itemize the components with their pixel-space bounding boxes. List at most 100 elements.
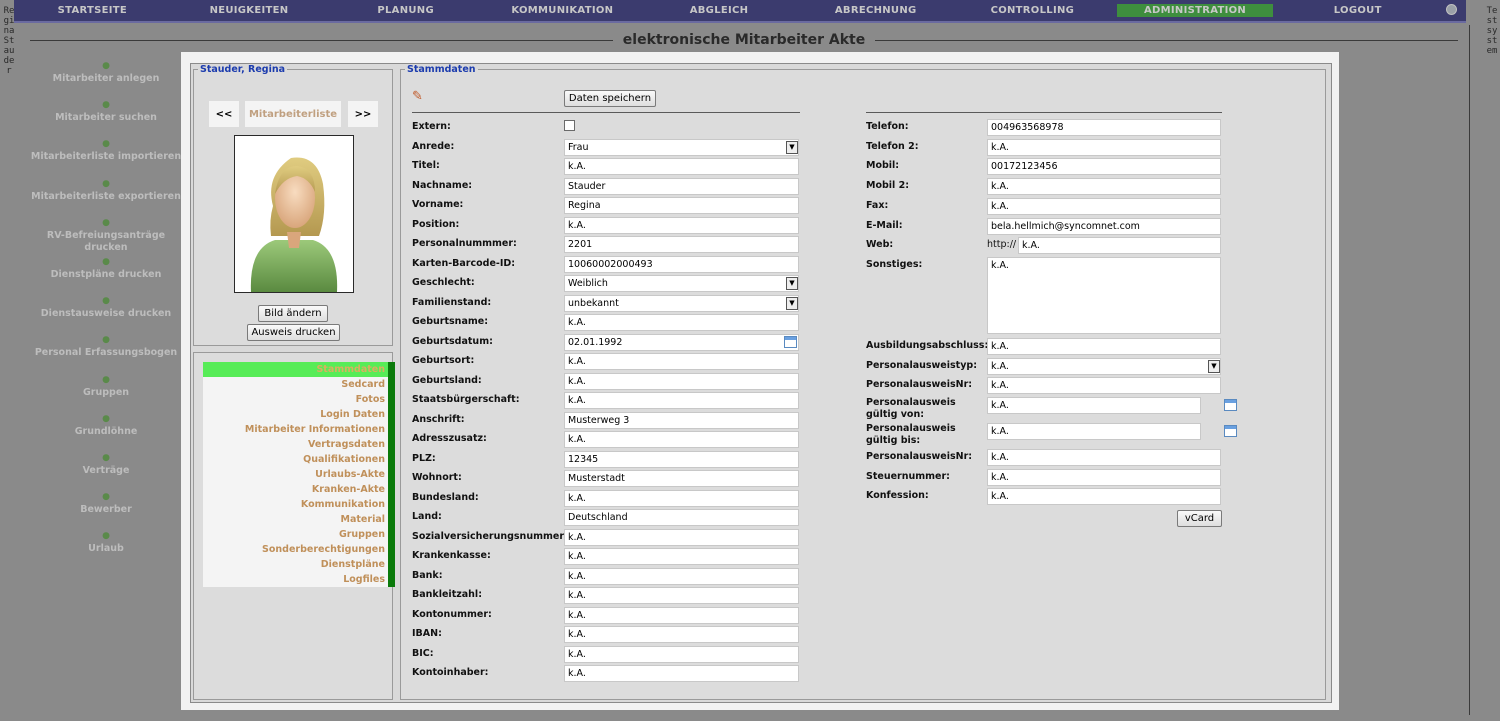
left-menu-grundloehne[interactable]: ● Grundlöhne xyxy=(30,413,182,452)
record-tab-qualifikationen[interactable]: Qualifikationen xyxy=(203,452,395,467)
record-tab-kommunikation[interactable]: Kommunikation xyxy=(203,497,395,512)
record-tab-gruppen[interactable]: Gruppen xyxy=(203,527,395,542)
left-menu-personal-erfassungsbogen[interactable]: ● Personal Erfassungsbogen xyxy=(30,334,182,373)
employee-list-button[interactable]: Mitarbeiterliste xyxy=(245,101,341,127)
field-personalnummmer-input[interactable]: 2201 xyxy=(564,236,799,253)
nav-administration[interactable]: ADMINISTRATION xyxy=(1116,4,1274,17)
record-tab-mitarbeiter-informationen[interactable]: Mitarbeiter Informationen xyxy=(203,422,395,437)
left-menu-mitarbeiterliste-importieren[interactable]: ● Mitarbeiterliste importieren xyxy=(30,138,182,177)
field-web-input[interactable]: k.A. xyxy=(1018,237,1221,255)
record-tab-kranken-akte[interactable]: Kranken-Akte xyxy=(203,482,395,497)
field-kontonummer-input[interactable]: k.A. xyxy=(564,606,799,624)
chevron-down-icon[interactable]: ▼ xyxy=(786,296,798,310)
field-telefon-input[interactable]: 004963568978 xyxy=(987,119,1221,136)
left-menu-mitarbeiter-anlegen[interactable]: ● Mitarbeiter anlegen xyxy=(30,60,182,99)
field-personalausweisnr-input[interactable]: k.A. xyxy=(987,449,1221,466)
field-telefon-2-input[interactable]: k.A. xyxy=(987,138,1221,156)
chevron-down-icon[interactable]: ▼ xyxy=(786,277,798,290)
field-sozialversicherungsnummer-input[interactable]: k.A. xyxy=(564,528,799,546)
side-user-name: Regina Stauder xyxy=(3,6,15,76)
record-tab-vertragsdaten[interactable]: Vertragsdaten xyxy=(203,437,395,452)
nav-abrechnung[interactable]: ABRECHNUNG xyxy=(797,4,954,17)
left-menu-rv-befreiungsantraege-drucken[interactable]: ● RV-Befreiungsanträge drucken xyxy=(30,217,182,256)
field-krankenkasse-input[interactable]: k.A. xyxy=(564,548,799,565)
record-tab-fotos[interactable]: Fotos xyxy=(203,392,395,407)
field-geburtsdatum-input[interactable]: 02.01.1992 xyxy=(564,333,799,351)
chevron-down-icon[interactable]: ▼ xyxy=(786,140,798,154)
record-tab-dienstplaene[interactable]: Dienstpläne xyxy=(203,557,395,572)
left-menu-urlaub[interactable]: ● Urlaub xyxy=(30,530,182,569)
field-mobil-input[interactable]: 00172123456 xyxy=(987,158,1221,176)
record-tab-login-daten[interactable]: Login Daten xyxy=(203,407,395,422)
chevron-down-icon[interactable]: ▼ xyxy=(1208,359,1220,373)
field-wohnort-input[interactable]: Musterstadt xyxy=(564,470,799,487)
field-mobil-2-input[interactable]: k.A. xyxy=(987,178,1221,196)
field-extern-checkbox[interactable] xyxy=(564,120,575,131)
left-menu-dienstausweise-drucken[interactable]: ● Dienstausweise drucken xyxy=(30,295,182,334)
field-karten-barcode-id-input[interactable]: 10060002000493 xyxy=(564,255,799,273)
field-plz-input[interactable]: 12345 xyxy=(564,450,799,468)
nav-neuigkeiten[interactable]: NEUIGKEITEN xyxy=(171,4,328,17)
nav-logout[interactable]: LOGOUT xyxy=(1279,4,1436,17)
field-anschrift-input[interactable]: Musterweg 3 xyxy=(564,411,799,429)
field-geburtsname-input[interactable]: k.A. xyxy=(564,314,799,331)
calendar-icon[interactable] xyxy=(1224,399,1237,411)
field-land-input[interactable]: Deutschland xyxy=(564,509,799,526)
field-personalausweisnr-input[interactable]: k.A. xyxy=(987,377,1221,395)
left-menu-mitarbeiter-suchen[interactable]: ● Mitarbeiter suchen xyxy=(30,99,182,138)
change-picture-button[interactable]: Bild ändern xyxy=(258,305,328,322)
field-bic-input[interactable]: k.A. xyxy=(564,645,799,663)
nav-controlling[interactable]: CONTROLLING xyxy=(954,4,1111,17)
field-staatsbuergerschaft-input[interactable]: k.A. xyxy=(564,392,799,409)
field-iban-input[interactable]: k.A. xyxy=(564,626,799,643)
record-tab-sonderberechtigungen[interactable]: Sonderberechtigungen xyxy=(203,542,395,557)
nav-kommunikation[interactable]: KOMMUNIKATION xyxy=(484,4,641,17)
nav-startseite[interactable]: STARTSEITE xyxy=(14,4,171,17)
field-geschlecht-select[interactable]: Weiblich ▼ xyxy=(564,275,799,292)
field-personalausweis-gueltig-bis-input[interactable]: k.A. xyxy=(987,423,1201,440)
field-bankleitzahl-input[interactable]: k.A. xyxy=(564,587,799,604)
left-menu-gruppen[interactable]: ● Gruppen xyxy=(30,374,182,413)
nav-abgleich[interactable]: ABGLEICH xyxy=(641,4,798,17)
field-personalausweistyp-select[interactable]: k.A. ▼ xyxy=(987,357,1221,375)
field-adresszusatz-input[interactable]: k.A. xyxy=(564,431,799,448)
print-id-button[interactable]: Ausweis drucken xyxy=(247,324,340,341)
field-konfession-input[interactable]: k.A. xyxy=(987,488,1221,506)
calendar-icon[interactable] xyxy=(784,335,797,348)
field-kontoinhaber-input[interactable]: k.A. xyxy=(564,665,799,682)
calendar-icon[interactable] xyxy=(1224,425,1237,437)
field-sonstiges-input[interactable]: k.A. xyxy=(987,256,1221,334)
save-data-button[interactable]: Daten speichern xyxy=(564,90,656,107)
record-tab-stammdaten[interactable]: Stammdaten xyxy=(203,362,395,377)
vcard-button[interactable]: vCard xyxy=(1177,510,1222,527)
left-menu-mitarbeiterliste-exportieren[interactable]: ● Mitarbeiterliste exportieren xyxy=(30,178,182,217)
field-bank-input[interactable]: k.A. xyxy=(564,567,799,585)
field-personalausweis-gueltig-von-input[interactable]: k.A. xyxy=(987,397,1201,414)
record-tab-urlaubs-akte[interactable]: Urlaubs-Akte xyxy=(203,467,395,482)
field-geburtsland-input[interactable]: k.A. xyxy=(564,372,799,390)
previous-employee-button[interactable]: << xyxy=(209,101,239,127)
record-tab-logfiles[interactable]: Logfiles xyxy=(203,572,395,587)
record-tab-material[interactable]: Material xyxy=(203,512,395,527)
field-steuernummer-input[interactable]: k.A. xyxy=(987,468,1221,486)
record-tab-sedcard[interactable]: Sedcard xyxy=(203,377,395,392)
left-menu-bewerber[interactable]: ● Bewerber xyxy=(30,491,182,530)
left-menu-vertraege[interactable]: ● Verträge xyxy=(30,452,182,491)
left-menu-dienstplaene-drucken[interactable]: ● Dienstpläne drucken xyxy=(30,256,182,295)
edit-pencil-icon[interactable]: ✎ xyxy=(412,89,423,104)
field-nachname-input[interactable]: Stauder xyxy=(564,177,799,195)
field-label-personalausweisnr: PersonalausweisNr: xyxy=(866,379,973,391)
field-ausbildungsabschluss-input[interactable]: k.A. xyxy=(987,337,1221,355)
field-familienstand-select[interactable]: unbekannt ▼ xyxy=(564,294,799,312)
field-fax-input[interactable]: k.A. xyxy=(987,197,1221,215)
user-menu[interactable] xyxy=(1436,4,1466,17)
field-e-mail-input[interactable]: bela.hellmich@syncomnet.com xyxy=(987,217,1221,235)
nav-planung[interactable]: PLANUNG xyxy=(327,4,484,17)
field-anrede-select[interactable]: Frau ▼ xyxy=(564,138,799,156)
field-geburtsort-input[interactable]: k.A. xyxy=(564,353,799,370)
next-employee-button[interactable]: >> xyxy=(348,101,378,127)
field-bundesland-input[interactable]: k.A. xyxy=(564,489,799,507)
field-titel-input[interactable]: k.A. xyxy=(564,158,799,175)
field-vorname-input[interactable]: Regina xyxy=(564,197,799,214)
field-position-input[interactable]: k.A. xyxy=(564,216,799,234)
